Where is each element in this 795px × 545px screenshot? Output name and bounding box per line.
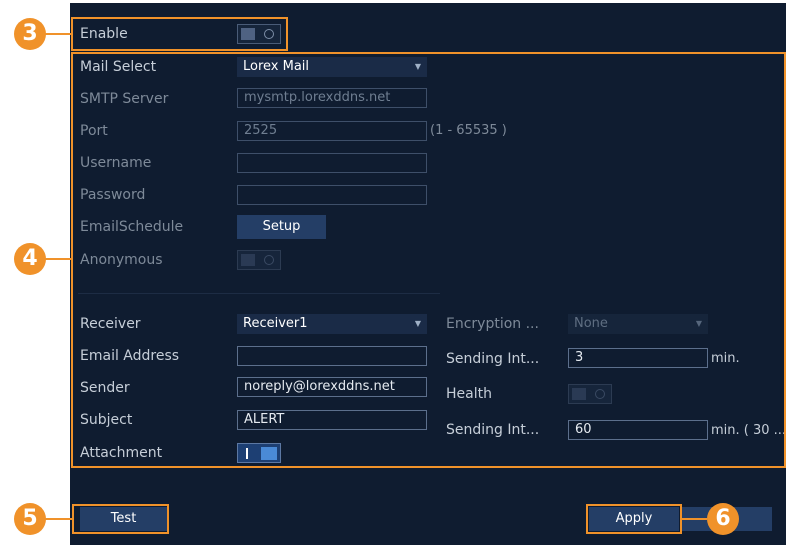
callout-4-leader: [44, 258, 72, 260]
callout-4-highlight: [71, 52, 786, 468]
callout-6-leader: [681, 518, 707, 520]
callout-3-highlight: [71, 17, 288, 51]
callout-6-badge: 6: [707, 503, 739, 535]
callout-3-badge: 3: [14, 18, 46, 50]
callout-5-highlight: [72, 504, 169, 534]
callout-5-badge: 5: [14, 503, 46, 535]
callout-3-leader: [44, 33, 72, 35]
callout-6-highlight: [586, 504, 682, 534]
callout-5-leader: [44, 518, 72, 520]
callout-4-badge: 4: [14, 243, 46, 275]
